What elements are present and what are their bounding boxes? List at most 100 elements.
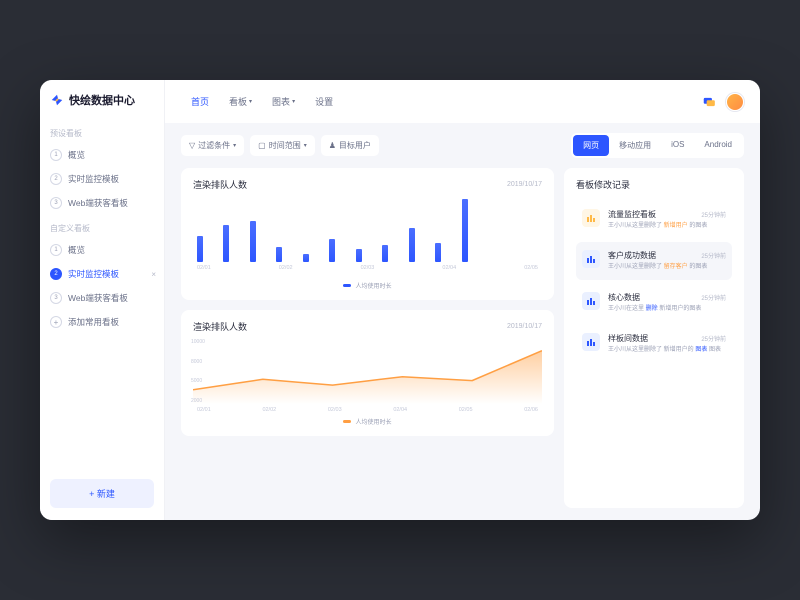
bar	[329, 239, 335, 262]
segment-Android[interactable]: Android	[694, 135, 742, 156]
new-button[interactable]: + 新建	[50, 479, 154, 508]
log-type-icon	[582, 333, 600, 351]
item-label: Web端获客看板	[68, 197, 128, 209]
item-number: 3	[50, 197, 62, 209]
funnel-icon: ▽	[189, 141, 195, 150]
chevron-down-icon: ▾	[249, 98, 252, 105]
preset-section-label: 预设看板	[40, 120, 164, 143]
log-item[interactable]: 核心数据25分钟前王小川在这里 删除 新增用户的图表	[576, 284, 732, 321]
item-label: 实时监控模板	[68, 268, 119, 280]
target-button[interactable]: ♟目标用户	[321, 135, 379, 156]
bar-chart-title: 渲染排队人数	[193, 178, 247, 191]
log-column: 看板修改记录 流量监控看板25分钟前王小川从这里删除了 新增用户 的图表客户成功…	[564, 168, 744, 508]
chevron-down-icon: ▾	[233, 142, 236, 149]
segment-移动应用[interactable]: 移动应用	[609, 135, 661, 156]
x-label: 02/02	[279, 265, 293, 271]
nav-首页[interactable]: 首页	[181, 92, 219, 111]
y-label: 2000	[191, 398, 205, 404]
log-type-icon	[582, 209, 600, 227]
bar	[435, 243, 441, 263]
add-board-label: 添加常用看板	[68, 316, 119, 328]
area-chart-card: 渲染排队人数 2019/10/17 10000 8000 5000 2000 02/0…	[181, 310, 554, 436]
message-icon[interactable]	[702, 95, 716, 109]
item-number: 1	[50, 244, 62, 256]
close-icon[interactable]: ×	[151, 270, 156, 279]
area-legend: 人均使用时长	[355, 417, 391, 426]
area-chart-date: 2019/10/17	[507, 323, 542, 330]
sidebar-item[interactable]: 3 Web端获客看板	[40, 191, 164, 215]
sidebar-item[interactable]: 3Web端获客看板	[40, 286, 164, 310]
charts-column: 渲染排队人数 2019/10/17 02/01 02/02 02/03 02/04 02…	[181, 168, 554, 508]
legend-swatch	[343, 420, 351, 423]
item-number: 2	[50, 173, 62, 185]
bar	[223, 225, 229, 262]
segment-网页[interactable]: 网页	[573, 135, 609, 156]
segment-iOS[interactable]: iOS	[661, 135, 694, 156]
log-desc: 王小川从这里删除了 新增用户的 图表 图表	[608, 346, 726, 354]
log-time: 25分钟前	[701, 251, 726, 260]
sidebar-item[interactable]: 1 概览	[40, 238, 164, 262]
item-number: 1	[50, 149, 62, 161]
sidebar-item[interactable]: 2实时监控模板	[40, 167, 164, 191]
x-label: 02/04	[393, 407, 407, 413]
item-number: 2	[50, 268, 62, 280]
x-label: 02/06	[524, 407, 538, 413]
legend-swatch	[343, 284, 351, 287]
calendar-icon: ▢	[258, 141, 266, 150]
add-board-item[interactable]: + 添加常用看板	[40, 310, 164, 334]
nav-看板[interactable]: 看板▾	[219, 92, 262, 111]
bar-chart-date: 2019/10/17	[507, 181, 542, 188]
log-desc: 王小川在这里 删除 新增用户的图表	[608, 305, 726, 313]
timerange-button[interactable]: ▢时间范围▾	[250, 135, 315, 156]
custom-section-label: 自定义看板	[40, 215, 164, 238]
nav-设置[interactable]: 设置	[305, 92, 343, 111]
bar	[409, 228, 415, 262]
log-card: 看板修改记录 流量监控看板25分钟前王小川从这里删除了 新增用户 的图表客户成功…	[564, 168, 744, 508]
x-label: 02/01	[197, 265, 211, 271]
bar	[276, 247, 282, 262]
avatar[interactable]	[726, 93, 744, 111]
item-number: 3	[50, 292, 62, 304]
sidebar: 快绘数据中心 预设看板 1概览2实时监控模板3Web端获客看板 自定义看板 1概…	[40, 80, 165, 520]
log-name: 客户成功数据	[608, 250, 656, 261]
log-desc: 王小川从这里删除了 留存客户 的图表	[608, 263, 726, 271]
log-item[interactable]: 流量监控看板 25分钟前王小川从这里删除了 新增用户 的图表	[576, 201, 732, 238]
user-icon: ♟	[329, 141, 336, 150]
bar	[197, 236, 203, 262]
chevron-down-icon: ▾	[304, 142, 307, 149]
brand-logo-icon	[50, 93, 64, 107]
y-label: 5000	[191, 378, 205, 384]
y-label: 10000	[191, 339, 205, 345]
nav-图表[interactable]: 图表▾	[262, 92, 305, 111]
main: 首页看板▾图表▾设置 ▽过滤条件▾ ▢时间范围▾ ♟目标用户 网页移动应用iOS…	[165, 80, 760, 520]
area-chart-title: 渲染排队人数	[193, 320, 247, 333]
bar	[303, 254, 309, 262]
platform-segment: 网页移动应用iOSAndroid	[571, 133, 744, 158]
chevron-down-icon: ▾	[292, 98, 295, 105]
log-desc: 王小川从这里删除了 新增用户 的图表	[608, 222, 726, 230]
x-label: 02/05	[524, 265, 538, 271]
x-label: 02/01	[197, 407, 211, 413]
log-time: 25分钟前	[701, 293, 726, 302]
area-chart: 10000 8000 5000 2000	[193, 339, 542, 404]
log-item[interactable]: 客户成功数据 25分钟前王小川从这里删除了 留存客户 的图表	[576, 242, 732, 279]
filter-button[interactable]: ▽过滤条件▾	[181, 135, 244, 156]
log-item[interactable]: 样板间数据25分钟前王小川从这里删除了 新增用户的 图表 图表	[576, 325, 732, 362]
y-label: 8000	[191, 359, 205, 365]
sidebar-item[interactable]: 2 实时监控模板 ×	[40, 262, 164, 286]
x-label: 02/03	[361, 265, 375, 271]
log-time: 25分钟前	[701, 210, 726, 219]
plus-icon: +	[50, 316, 62, 328]
log-time: 25分钟前	[701, 334, 726, 343]
bar	[382, 245, 388, 262]
content: 渲染排队人数 2019/10/17 02/01 02/02 02/03 02/04 02…	[165, 168, 760, 520]
bar	[462, 199, 468, 262]
sidebar-item[interactable]: 1概览	[40, 143, 164, 167]
brand: 快绘数据中心	[40, 80, 164, 120]
bar-chart-card: 渲染排队人数 2019/10/17 02/0102/0202/0302/0402…	[181, 168, 554, 300]
bar-legend: 人均使用时长	[355, 281, 391, 290]
topnav: 首页看板▾图表▾设置	[165, 80, 760, 123]
log-name: 流量监控看板	[608, 209, 656, 220]
item-label: 概览	[68, 244, 85, 256]
x-label: 02/02	[262, 407, 276, 413]
